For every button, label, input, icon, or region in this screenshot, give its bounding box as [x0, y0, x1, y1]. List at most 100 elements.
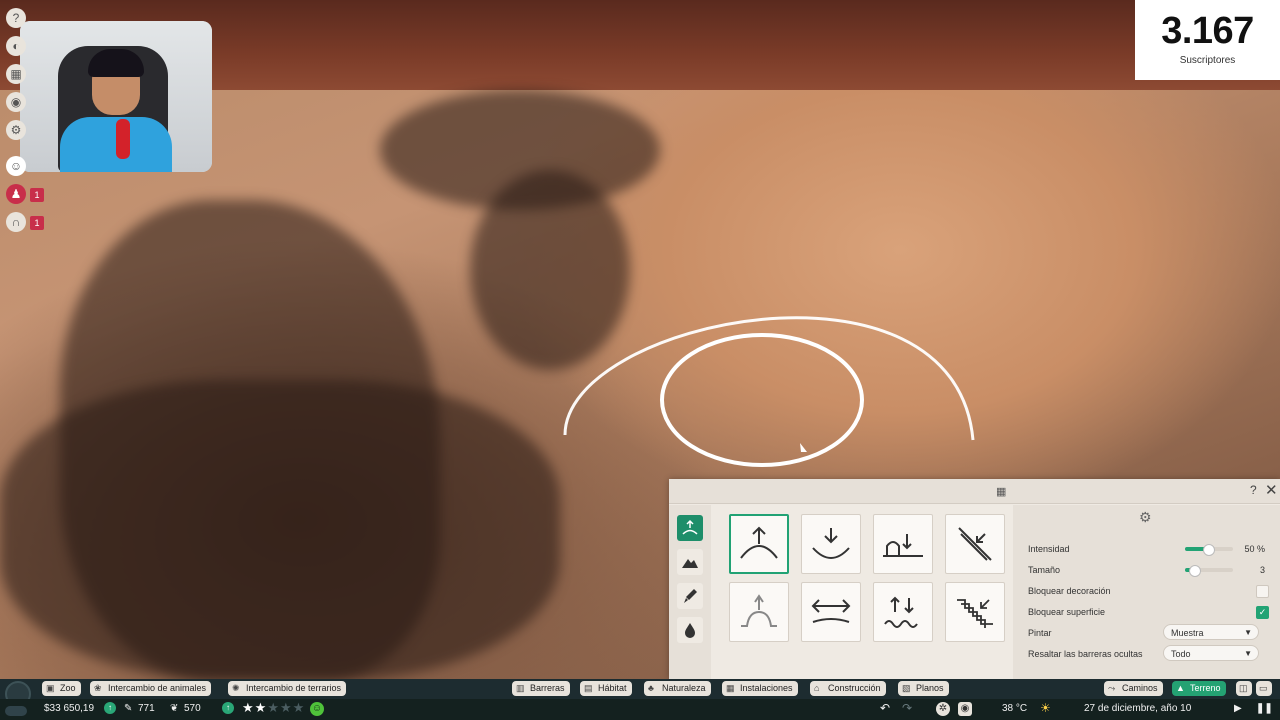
setting-size: Tamaño 3 — [1028, 565, 1265, 577]
block-surface-checkbox[interactable]: ✓ — [1256, 606, 1269, 619]
intensity-value: 50 % — [1244, 544, 1265, 554]
tool-level-terrain[interactable] — [801, 582, 861, 642]
paint-dropdown[interactable]: Muestra ▼ — [1163, 624, 1259, 640]
tab-terrain-paint[interactable] — [677, 583, 703, 609]
animals-value: 570 — [184, 703, 201, 714]
staff-icon[interactable]: ☺ — [6, 156, 26, 176]
date-value: 27 de diciembre, año 10 — [1084, 703, 1192, 714]
size-slider-knob[interactable] — [1189, 565, 1201, 577]
brush-settings: ⚙ Intensidad 50 % Tamaño 3 Bloquear deco… — [1013, 505, 1280, 679]
highlight-barriers-dropdown[interactable]: Todo ▼ — [1163, 645, 1259, 661]
tab-construction[interactable]: ⌂ Construcción — [810, 681, 886, 696]
tab-blueprints[interactable]: ▧ Planos — [898, 681, 949, 696]
slope-terrain-icon — [958, 527, 992, 561]
zoo-rating-stars: ★★★★★ — [242, 700, 306, 715]
panel-header: ▦ ? ✕ — [669, 479, 1280, 504]
terrain-shape-icon — [682, 519, 698, 535]
tab-terrain-water[interactable] — [677, 617, 703, 643]
animals-trend-up-icon: ↑ — [222, 702, 234, 714]
camera-undo-icon[interactable]: ↶ — [880, 701, 890, 715]
tab-habitat[interactable]: ▤ Hábitat — [580, 681, 632, 696]
guests-icon: ✎ — [124, 703, 133, 714]
flatten-terrain-icon — [883, 534, 923, 557]
history-icon: ◫ — [1239, 683, 1248, 693]
smooth-terrain-icon — [741, 594, 777, 627]
habitat-alert-icon[interactable]: ∩ — [6, 212, 26, 232]
intensity-slider-knob[interactable] — [1203, 544, 1215, 556]
setting-block-surface: Bloquear superficie ✓ — [1019, 602, 1271, 622]
panel-close-button[interactable]: ✕ — [1265, 481, 1278, 499]
tab-facilities[interactable]: ▦ Instalaciones — [722, 681, 798, 696]
level-terrain-icon — [811, 599, 851, 623]
tool-flatten-terrain[interactable] — [873, 514, 933, 574]
bug-icon: ✺ — [232, 683, 240, 693]
terrain-brush-cursor — [563, 316, 975, 467]
zookeeper-alert-icon[interactable]: ♟ — [6, 184, 26, 204]
camera-redo-icon[interactable]: ↷ — [902, 701, 912, 715]
pause-icon[interactable]: ❚❚ — [1256, 703, 1273, 714]
temperature-value: 38 °C — [1002, 703, 1028, 714]
tool-raise-terrain[interactable] — [729, 514, 789, 574]
tool-lower-terrain[interactable] — [801, 514, 861, 574]
guests-value: 771 — [138, 703, 155, 714]
terrain-mode-tabs — [669, 505, 711, 679]
webcam-overlay — [20, 21, 212, 172]
tab-terrain[interactable]: ▲ Terreno — [1172, 681, 1226, 696]
expand-button[interactable]: ▭ — [1256, 681, 1272, 696]
animals-icon: ❦ — [170, 703, 179, 714]
tab-barriers[interactable]: ▥ Barreras — [512, 681, 570, 696]
calendar-icon[interactable]: ▦ — [6, 64, 26, 84]
block-decoration-checkbox[interactable] — [1256, 585, 1269, 598]
size-slider[interactable] — [1185, 565, 1233, 577]
tab-paths[interactable]: ⤳ Caminos — [1104, 681, 1163, 696]
setting-block-decoration: Bloquear decoración — [1019, 581, 1271, 601]
subscriber-counter: 3.167 Suscriptores — [1135, 0, 1280, 80]
terrace-terrain-icon — [957, 599, 993, 628]
paw-icon: ❀ — [94, 683, 102, 693]
camera-icon[interactable]: ◉ — [6, 92, 26, 112]
terrain-icon: ▲ — [1176, 683, 1185, 693]
tab-zoo[interactable]: ▣ Zoo — [42, 681, 81, 696]
setting-paint: Pintar Muestra ▼ — [1019, 623, 1271, 643]
status-toggle[interactable] — [5, 706, 27, 716]
help-icon[interactable]: ? — [6, 8, 26, 28]
compass-icon[interactable]: ✲ — [936, 702, 950, 716]
raise-terrain-icon — [740, 526, 778, 559]
bottom-toolbar: ▣ Zoo ❀ Intercambio de animales ✺ Intercamb… — [0, 679, 1280, 707]
grid-view-icon[interactable]: ▦ — [996, 485, 1006, 498]
photo-camera-icon[interactable]: ◉ — [958, 702, 972, 716]
play-speed-icon[interactable]: ▶ — [1234, 703, 1242, 714]
building-icon: ▦ — [726, 683, 735, 693]
subscriber-label: Suscriptores — [1179, 55, 1236, 66]
sun-icon: ☀ — [1040, 701, 1051, 715]
roughen-terrain-icon — [884, 596, 918, 628]
expand-icon: ▭ — [1259, 683, 1268, 693]
path-icon: ⤳ — [1108, 683, 1116, 693]
tree-shadow — [0, 380, 560, 680]
tab-animal-exchange[interactable]: ❀ Intercambio de animales — [90, 681, 212, 696]
palette-icon[interactable]: ◐ — [6, 36, 26, 56]
habitat-icon: ▤ — [584, 683, 593, 693]
tool-slope-terrain[interactable] — [945, 514, 1005, 574]
water-drop-icon — [685, 623, 695, 638]
chevron-down-icon: ▼ — [1244, 628, 1252, 637]
undo-history-button[interactable]: ◫ — [1236, 681, 1252, 696]
habitat-alert-badge: 1 — [30, 216, 44, 230]
tab-terrarium-exchange[interactable]: ✺ Intercambio de terrarios — [228, 681, 347, 696]
size-value: 3 — [1259, 565, 1265, 575]
setting-highlight-barriers: Resaltar las barreras ocultas Todo ▼ — [1019, 644, 1271, 664]
tree-icon: ♣ — [648, 683, 654, 693]
tab-nature[interactable]: ♣ Naturaleza — [644, 681, 711, 696]
tool-smooth-terrain[interactable] — [729, 582, 789, 642]
tool-terrace-terrain[interactable] — [945, 582, 1005, 642]
subscriber-count: 3.167 — [1161, 10, 1254, 52]
tool-roughen-terrain[interactable] — [873, 582, 933, 642]
setting-intensity: Intensidad 50 % — [1028, 544, 1265, 556]
gear-icon[interactable]: ⚙ — [1139, 509, 1152, 526]
settings-icon[interactable]: ⚙ — [6, 120, 26, 140]
tab-terrain-shape[interactable] — [677, 515, 703, 541]
intensity-slider[interactable] — [1185, 544, 1233, 556]
panel-help-button[interactable]: ? — [1250, 483, 1257, 497]
tab-terrain-mountain[interactable] — [677, 549, 703, 575]
mountain-icon — [682, 559, 698, 568]
